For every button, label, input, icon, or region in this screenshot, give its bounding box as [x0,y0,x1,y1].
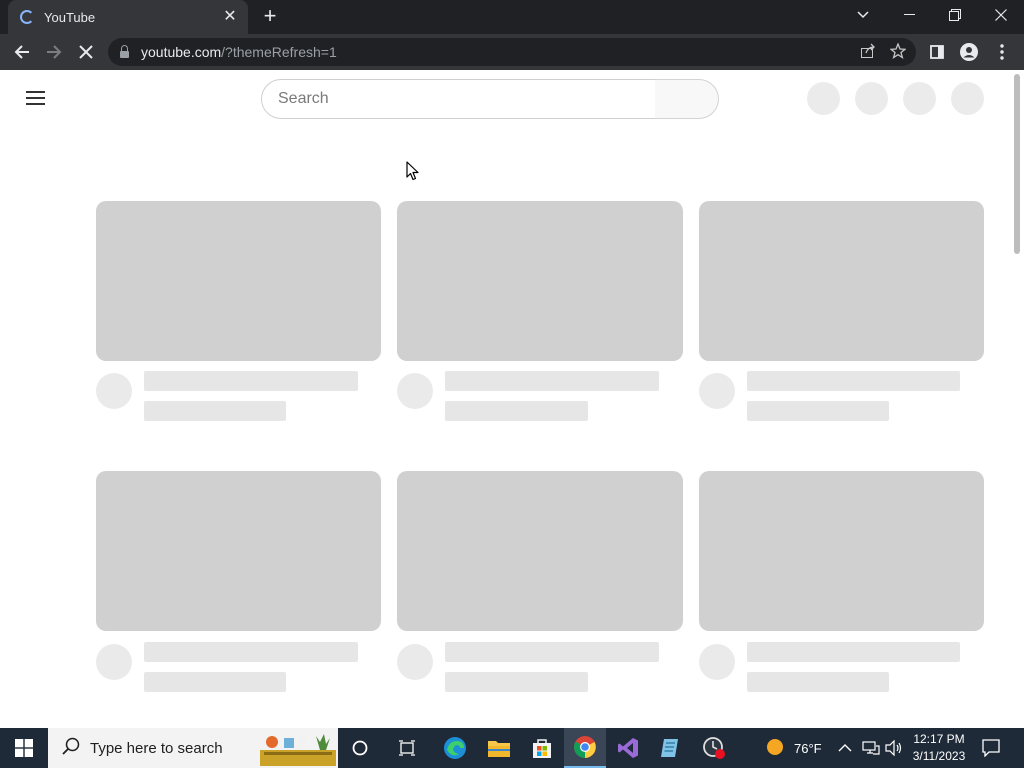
sun-weather-icon [766,738,784,759]
bookmark-star-icon[interactable] [889,42,907,64]
browser-toolbar: youtube.com /?themeRefresh=1 [0,34,1024,70]
title-line-placeholder [747,371,960,391]
header-placeholder-circle [951,82,984,115]
channel-avatar-placeholder [96,373,132,409]
video-thumbnail-placeholder [699,471,984,631]
windows-start-icon[interactable] [0,728,48,768]
header-placeholder-circle [903,82,936,115]
lock-icon [120,44,129,58]
search-placeholder: Search [278,90,329,107]
notification-center-icon[interactable] [982,728,1000,768]
url-path: /?themeRefresh=1 [221,44,337,60]
header-placeholder-circle [855,82,888,115]
video-thumbnail-placeholder [397,201,683,361]
address-bar[interactable]: youtube.com /?themeRefresh=1 [108,38,916,66]
video-thumbnail-placeholder [96,201,381,361]
taskbar-search-box[interactable]: Type here to search [48,728,338,768]
mouse-cursor-icon [406,161,420,186]
app-with-notification-icon[interactable] [693,728,735,768]
chrome-taskbar-icon[interactable] [564,728,606,768]
browser-tabstrip: YouTube ✕ + [0,0,1024,34]
task-view-icon[interactable] [386,728,428,768]
new-tab-button[interactable]: + [258,5,282,29]
edge-browser-icon[interactable] [434,728,476,768]
video-thumbnail-placeholder [397,471,683,631]
tab-search-chevron-icon[interactable] [840,0,886,30]
video-thumbnail-placeholder [96,471,381,631]
meta-line-placeholder [144,401,286,421]
side-panel-icon[interactable] [925,40,949,64]
meta-line-placeholder [445,672,588,692]
meta-line-placeholder [144,672,286,692]
header-placeholder-circle [807,82,840,115]
file-explorer-icon[interactable] [478,728,520,768]
title-line-placeholder [445,642,659,662]
stop-loading-icon[interactable] [74,40,98,64]
menu-kebab-icon[interactable] [990,40,1014,64]
search-highlight-illustration-icon[interactable] [260,730,336,768]
clock-date: 3/11/2023 [912,749,966,763]
profile-icon[interactable] [957,40,981,64]
meta-line-placeholder [747,401,889,421]
volume-speaker-icon[interactable] [885,728,903,768]
title-line-placeholder [445,371,659,391]
channel-avatar-placeholder [397,644,433,680]
tab-title: YouTube [44,9,96,25]
youtube-page: Search [0,70,1024,728]
channel-avatar-placeholder [397,373,433,409]
microsoft-store-icon[interactable] [521,728,563,768]
weather-widget[interactable]: 76°F [766,728,822,768]
video-thumbnail-placeholder [699,201,984,361]
meta-line-placeholder [445,401,588,421]
forward-arrow-icon[interactable] [42,40,66,64]
weather-temperature: 76°F [794,740,822,756]
network-icon[interactable] [862,728,880,768]
search-input[interactable]: Search [261,79,656,119]
close-window-icon[interactable] [978,0,1024,30]
page-scrollbar[interactable] [1014,74,1020,254]
visual-studio-icon[interactable] [607,728,649,768]
title-line-placeholder [144,371,358,391]
tab-close-icon[interactable]: ✕ [222,9,238,25]
hamburger-menu-icon[interactable] [26,90,46,106]
loading-spinner-icon [20,10,34,24]
clock-time: 12:17 PM [913,732,965,746]
cortana-icon[interactable] [339,728,381,768]
url-host: youtube.com [141,44,222,60]
restore-icon[interactable] [932,0,978,30]
channel-avatar-placeholder [699,644,735,680]
windows-taskbar: Type here to search 76°F 12:17 PM 3/11/2… [0,728,1024,768]
taskbar-search-placeholder: Type here to search [90,739,223,757]
channel-avatar-placeholder [96,644,132,680]
minimize-icon[interactable] [886,0,932,30]
back-arrow-icon[interactable] [10,40,34,64]
meta-line-placeholder [747,672,889,692]
share-icon[interactable] [860,43,876,64]
channel-avatar-placeholder [699,373,735,409]
magnifier-icon [62,737,80,760]
notepad-app-icon[interactable] [650,728,692,768]
show-hidden-icons-chevron-icon[interactable] [838,728,852,768]
title-line-placeholder [747,642,960,662]
taskbar-clock[interactable]: 12:17 PM 3/11/2023 [906,731,972,765]
title-line-placeholder [144,642,358,662]
search-button[interactable] [655,79,719,119]
tab-youtube[interactable]: YouTube ✕ [8,0,248,34]
window-controls [840,0,1024,34]
